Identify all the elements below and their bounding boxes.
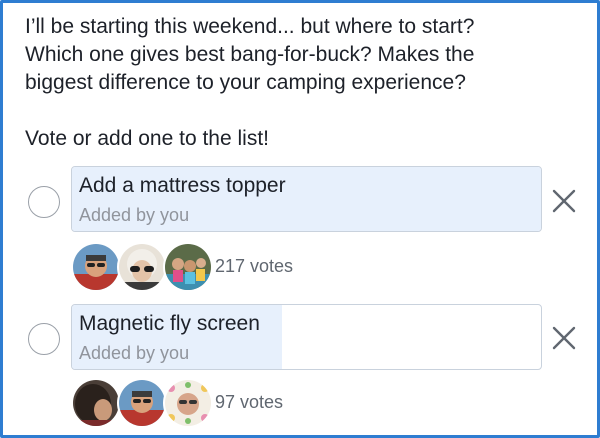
voter-avatar[interactable] (163, 378, 213, 428)
poll-prompt: Vote or add one to the list! (25, 127, 270, 150)
avatar-man-sunglasses-icon (119, 380, 165, 426)
close-icon (552, 189, 576, 213)
voter-avatar[interactable] (117, 242, 167, 292)
close-icon (552, 326, 576, 350)
voter-list[interactable]: 217 votes (71, 242, 371, 292)
option-added-by: Added by you (79, 343, 190, 363)
post-line-2: Which one gives best bang-for-buck? Make… (25, 43, 475, 66)
post-line-1: I’ll be starting this weekend... but whe… (25, 15, 475, 38)
option-bar[interactable]: Magnetic fly screen Added by you (71, 304, 542, 370)
avatar-dark-hair-icon (73, 380, 119, 426)
option-label: Add a mattress topper (79, 174, 286, 197)
post-line-3: biggest difference to your camping exper… (25, 71, 466, 94)
avatar-kids-group-icon (165, 244, 211, 290)
voter-list[interactable]: 97 votes (71, 378, 371, 428)
avatar-man-sunglasses-icon (73, 244, 119, 290)
option-radio-button[interactable] (28, 186, 60, 218)
remove-option-button[interactable] (551, 325, 577, 351)
option-bar[interactable]: Add a mattress topper Added by you (71, 166, 542, 232)
post-card: I’ll be starting this weekend... but whe… (0, 0, 600, 438)
avatar-floral-frame-icon (165, 380, 211, 426)
option-label: Magnetic fly screen (79, 312, 260, 335)
option-added-by: Added by you (79, 205, 190, 225)
vote-count[interactable]: 97 votes (215, 392, 283, 413)
avatar-woman-sunglasses-icon (119, 244, 165, 290)
voter-avatar[interactable] (71, 378, 121, 428)
option-radio-button[interactable] (28, 323, 60, 355)
voter-avatar[interactable] (117, 378, 167, 428)
voter-avatar[interactable] (163, 242, 213, 292)
vote-count[interactable]: 217 votes (215, 256, 293, 277)
voter-avatar[interactable] (71, 242, 121, 292)
post-body: I’ll be starting this weekend... but whe… (25, 13, 585, 153)
remove-option-button[interactable] (551, 188, 577, 214)
